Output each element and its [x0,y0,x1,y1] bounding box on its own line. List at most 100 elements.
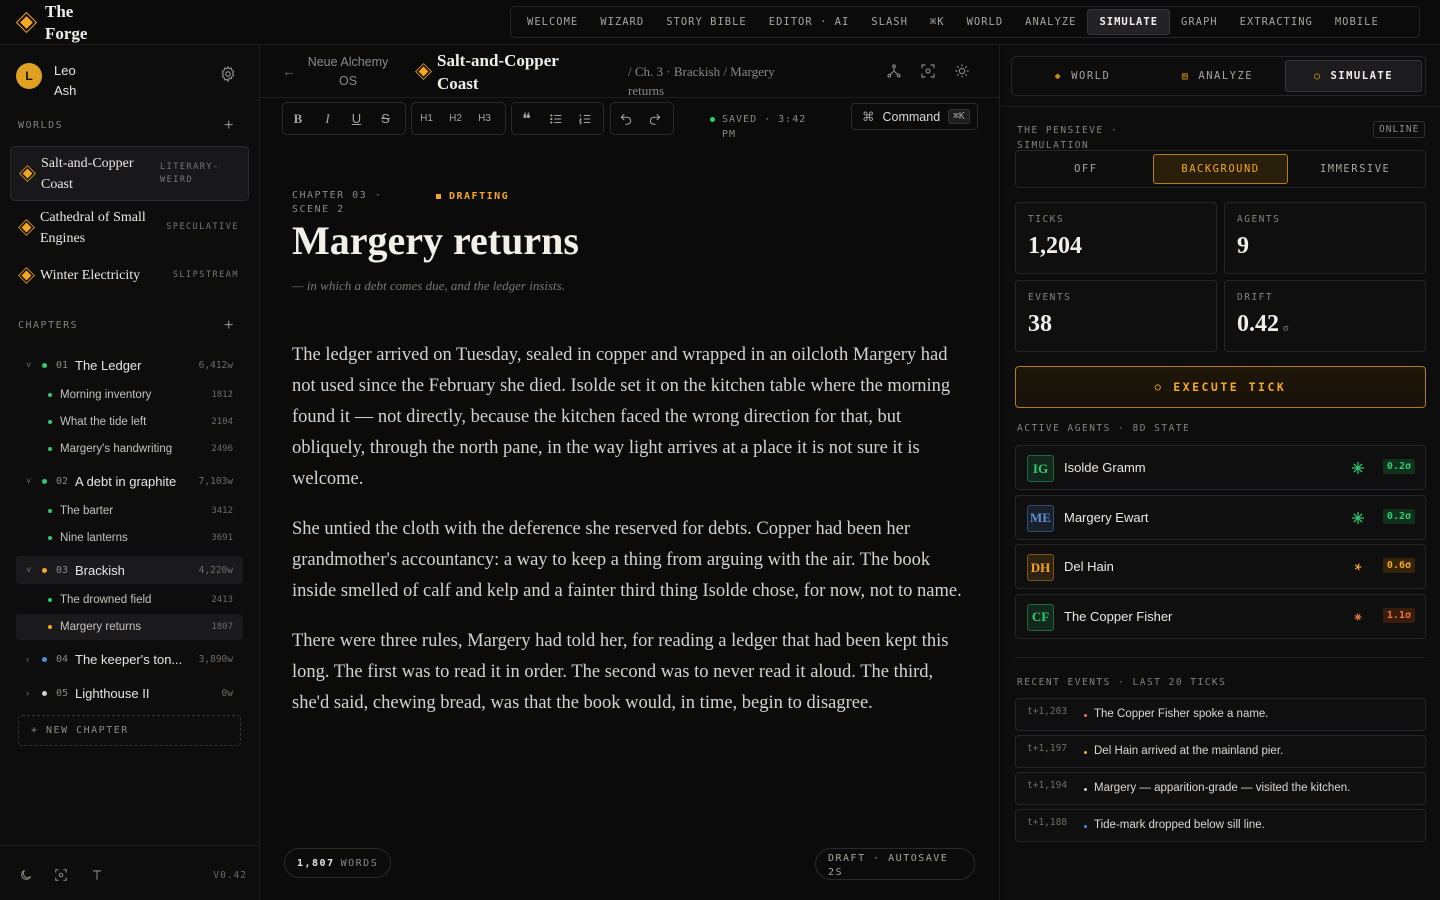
command-palette-button[interactable]: ⌘ Command ⌘K [851,103,978,130]
sun-icon[interactable] [954,63,970,79]
scene-item-margery-returns[interactable]: Margery returns 1807 [16,614,243,640]
scene-item-what-the-tide-left[interactable]: What the tide left 2104 [16,409,243,435]
event-row[interactable]: t+1,188 Tide-mark dropped below sill line… [1015,809,1426,842]
undo-icon[interactable] [611,103,640,134]
scene-item-the-barter[interactable]: The barter 3412 [16,498,243,524]
nav-wizard[interactable]: WIZARD [589,10,655,34]
heading-2-button[interactable]: H2 [441,103,470,134]
breadcrumb-os[interactable]: Neue Alchemy OS [300,53,396,91]
mode-immersive[interactable]: IMMERSIVE [1288,154,1422,184]
nav-extracting[interactable]: EXTRACTING [1229,10,1324,34]
focus-mode-icon[interactable] [920,63,936,79]
nav-world[interactable]: WORLD [956,10,1015,34]
scene-title: Nine lanterns [60,532,128,544]
agent-row-del-hain[interactable]: DH Del Hain 0.6σ [1015,544,1426,590]
nav-mobile[interactable]: MOBILE [1324,10,1390,34]
gear-icon[interactable] [219,65,237,83]
chevron-down-icon[interactable]: ˅ [26,565,31,575]
chapter-item-04[interactable]: › 04 The keeper's ton... 3,890w [16,645,243,673]
event-row[interactable]: t+1,197 Del Hain arrived at the mainland … [1015,735,1426,768]
redo-icon[interactable] [640,103,669,134]
nav-story-bible[interactable]: STORY BIBLE [655,10,758,34]
focus-icon[interactable] [54,868,68,882]
nav-welcome[interactable]: WELCOME [516,10,589,34]
stat-drift: DRIFT 0.42 σ [1224,280,1426,352]
page-title[interactable]: Margery returns [292,217,579,264]
world-item-salt-and-copper-coast[interactable]: Salt-and-Copper Coast LITERARY-WEIRD [10,146,249,201]
chevron-right-icon[interactable]: › [26,688,29,698]
world-item-cathedral-of-small-engines[interactable]: Cathedral of Small Engines SPECULATIVE [10,205,249,250]
scene-item-morning-inventory[interactable]: Morning inventory 1812 [16,382,243,408]
agent-drift-badge: 0.6σ [1382,558,1415,574]
numbered-list-icon[interactable] [570,103,599,134]
breadcrumb-world[interactable]: Salt-and-Copper Coast [418,49,587,95]
nav-simulate[interactable]: SIMULATE [1087,9,1171,35]
chevron-right-icon[interactable]: › [26,654,29,664]
branch-icon[interactable] [886,63,902,79]
strikethrough-button[interactable]: S [371,103,400,134]
quote-icon[interactable]: ❝ [512,103,541,134]
new-chapter-button[interactable]: + NEW CHAPTER [18,715,241,746]
event-row[interactable]: t+1,203 The Copper Fisher spoke a name. [1015,698,1426,731]
execute-tick-button[interactable]: ○ EXECUTE TICK [1015,366,1426,408]
event-row[interactable]: t+1,194 Margery — apparition-grade — visi… [1015,772,1426,805]
paragraph-3[interactable]: There were three rules, Margery had told… [292,626,972,719]
chapter-item-03[interactable]: ˅ 03 Brackish 4,220w [16,556,243,584]
scene-item-nine-lanterns[interactable]: Nine lanterns 3691 [16,525,243,551]
bold-button[interactable]: B [283,103,313,134]
chapter-word-count: 3,890w [198,653,233,665]
tab-label: WORLD [1071,70,1111,82]
world-item-winter-electricity[interactable]: Winter Electricity SLIPSTREAM [10,257,249,293]
avatar[interactable]: L [16,63,42,89]
breadcrumb-path[interactable]: / Ch. 3 · Brackish / Margery returns [628,62,798,100]
chevron-down-icon[interactable]: ˅ [26,476,31,486]
chapter-item-01[interactable]: ˅ 01 The Ledger 6,412w [16,351,243,379]
nav-slash[interactable]: SLASH [860,10,919,34]
bullet-list-icon[interactable] [541,103,570,134]
chapter-scene-label: CHAPTER 03 · SCENE 2 [292,190,383,215]
agent-row-the-copper-fisher[interactable]: CF The Copper Fisher 1.1σ [1015,593,1426,639]
mode-off[interactable]: OFF [1019,154,1153,184]
underline-button[interactable]: U [342,103,371,134]
tab-analyze[interactable]: ▤ ANALYZE [1150,60,1285,92]
heading-3-button[interactable]: H3 [470,103,499,134]
add-world-button[interactable]: + [224,118,233,134]
typography-icon[interactable] [90,868,104,882]
chapter-number: 01 [56,359,69,371]
moon-icon[interactable] [19,868,33,882]
stat-value: 1,204 [1028,233,1082,260]
chevron-down-icon[interactable]: ˅ [26,360,31,370]
scene-item-margery-s-handwriting[interactable]: Margery's handwriting 2496 [16,436,243,462]
heading-group: H1 H2 H3 [411,102,506,135]
logo[interactable]: The Forge [20,0,105,45]
paragraph-2[interactable]: She untied the cloth with the deference … [292,514,972,607]
scene-status-dot [48,536,52,540]
back-arrow-icon[interactable]: ← [282,63,296,79]
chapter-item-05[interactable]: › 05 Lighthouse II 0w [16,679,243,707]
scene-item-the-drowned-field[interactable]: The drowned field 2413 [16,587,243,613]
nav-editor-ai[interactable]: EDITOR · AI [758,10,861,34]
nav-k[interactable]: ⌘K [919,10,956,34]
add-chapter-button[interactable]: + [224,318,233,334]
scene-title: The drowned field [60,594,152,606]
agent-row-margery-ewart[interactable]: ME Margery Ewart 0.2σ [1015,494,1426,540]
world-diamond-icon [21,222,32,233]
italic-button[interactable]: I [313,103,342,134]
nav-graph[interactable]: GRAPH [1170,10,1229,34]
user-profile[interactable]: L Leo Ash [16,61,94,101]
heading-1-button[interactable]: H1 [412,103,441,134]
top-bar: The Forge WELCOME WIZARD STORY BIBLE EDITOR… [0,0,1440,45]
chapter-item-02[interactable]: ˅ 02 A debt in graphite 7,103w [16,467,243,495]
agent-row-isolde-gramm[interactable]: IG Isolde Gramm 0.2σ [1015,445,1426,490]
divider [1015,657,1426,658]
paragraph-1[interactable]: The ledger arrived on Tuesday, sealed in… [292,340,972,495]
mode-background[interactable]: BACKGROUND [1152,154,1289,184]
tab-world[interactable]: ◆ WORLD [1015,60,1150,92]
tab-simulate[interactable]: ○ SIMULATE [1285,60,1422,92]
scene-title: What the tide left [60,416,147,428]
event-text: Del Hain arrived at the mainland pier. [1094,745,1284,757]
nav-analyze[interactable]: ANALYZE [1014,10,1087,34]
event-dot [1084,788,1087,791]
status-badge[interactable]: DRAFTING [436,189,509,203]
scene-subtitle[interactable]: — in which a debt comes due, and the led… [292,278,565,294]
